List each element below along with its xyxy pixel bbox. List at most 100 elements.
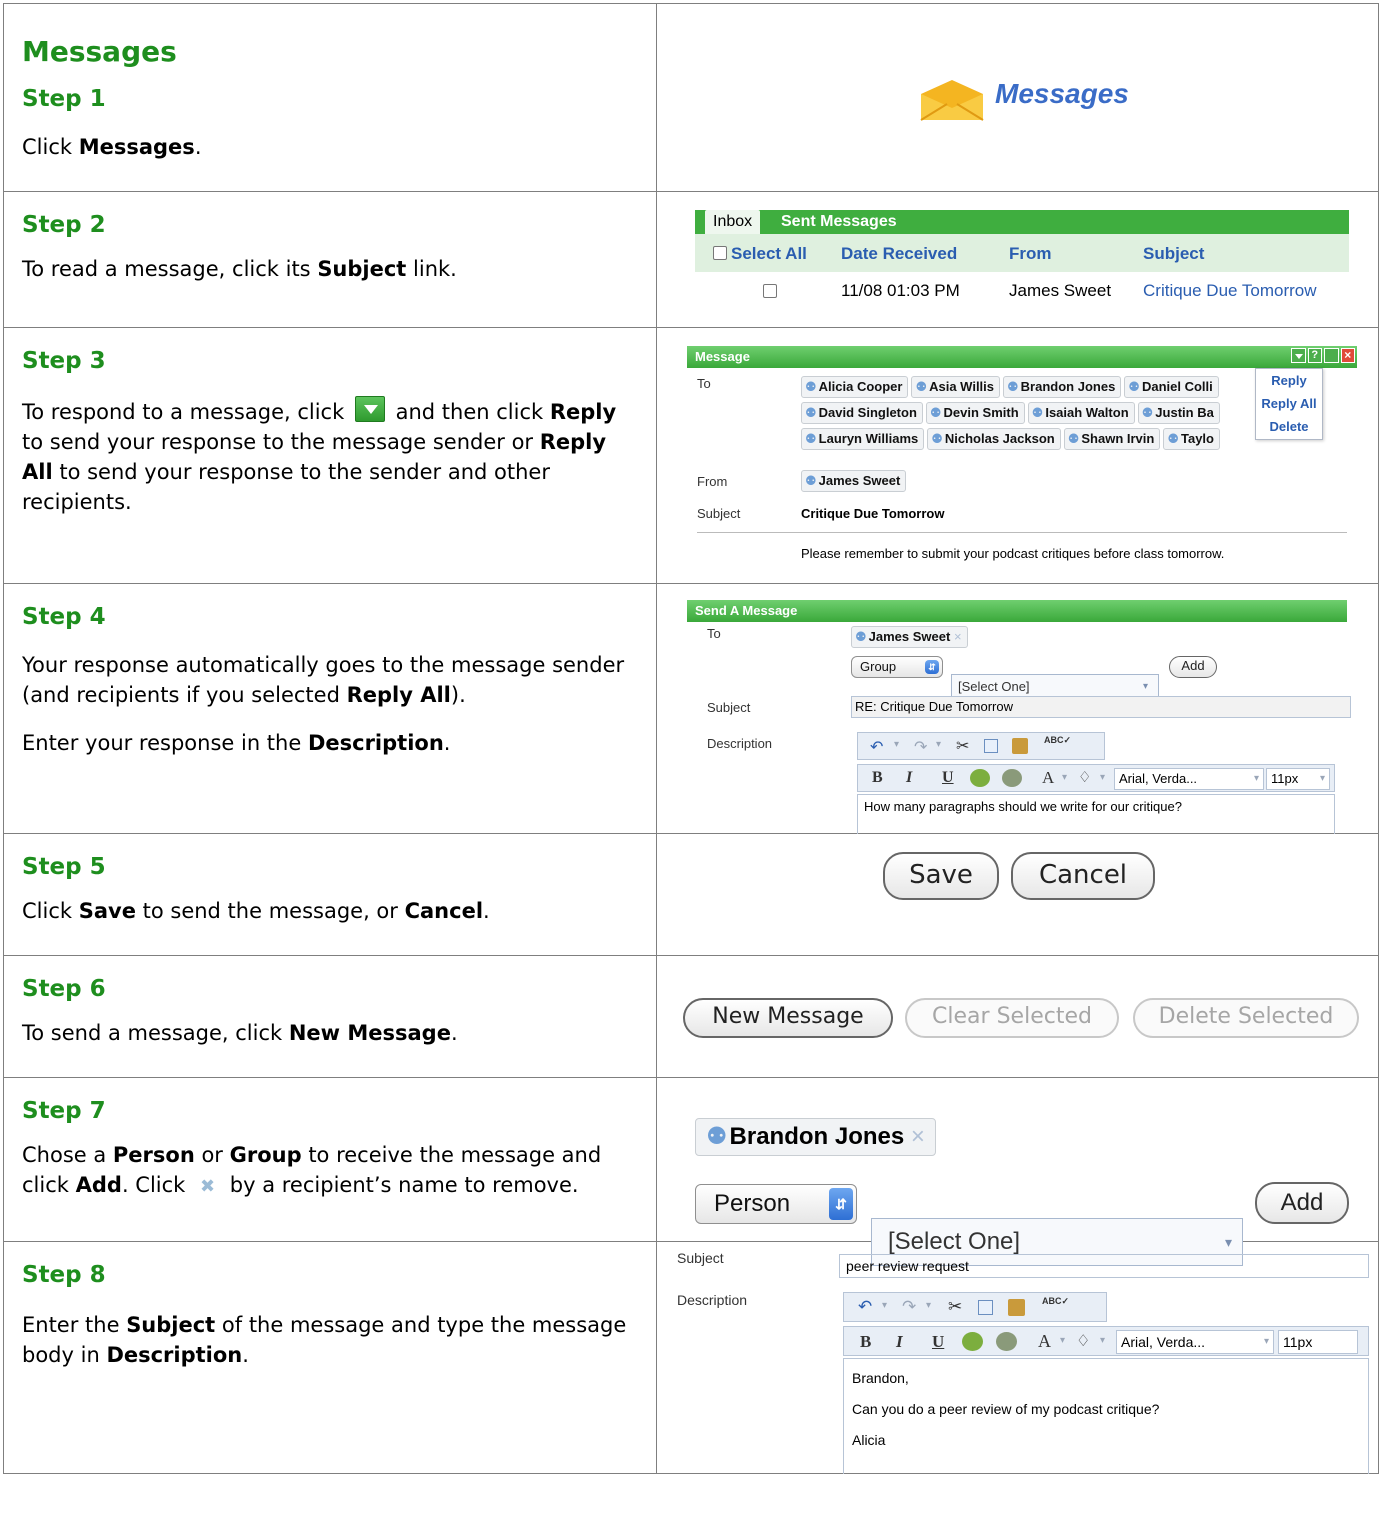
spellcheck-icon[interactable]: ABC✓ <box>1042 1296 1069 1307</box>
undo-menu-icon[interactable]: ▾ <box>894 739 899 750</box>
step-title: Step 8 <box>22 1262 106 1288</box>
link-icon[interactable] <box>962 1332 983 1351</box>
subject-input[interactable]: RE: Critique Due Tomorrow <box>851 696 1351 718</box>
highlight-menu-icon[interactable]: ▾ <box>1100 772 1105 783</box>
font-size-select[interactable]: 11px <box>1278 1330 1358 1354</box>
editor-toolbar-row2: B I U A ▾ ♢ ▾ Arial, Verda... ▾ 11px ▾ <box>857 764 1335 792</box>
type-select[interactable]: Person ⇵ <box>695 1184 857 1224</box>
cancel-button[interactable]: Cancel <box>1011 852 1155 900</box>
step-8-cell: Step 8 Enter the Subject of the message … <box>3 1241 657 1474</box>
cut-icon[interactable]: ✂ <box>956 736 969 756</box>
copy-icon[interactable] <box>978 1300 993 1315</box>
undo-icon[interactable]: ↶ <box>870 737 883 757</box>
font-color-icon[interactable]: A <box>1042 768 1054 788</box>
undo-icon[interactable]: ↶ <box>858 1297 872 1317</box>
select-arrows-icon: ⇵ <box>829 1188 853 1220</box>
unlink-icon[interactable] <box>1002 769 1022 787</box>
font-size-select[interactable]: 11px ▾ <box>1266 768 1330 790</box>
font-color-icon[interactable]: A <box>1038 1331 1051 1352</box>
messages-link[interactable]: Messages <box>995 78 1129 110</box>
description-editor[interactable]: Brandon, Can you do a peer review of my … <box>843 1358 1369 1474</box>
paste-icon[interactable] <box>1008 1299 1025 1316</box>
save-button[interactable]: Save <box>883 852 999 900</box>
header-date-received[interactable]: Date Received <box>841 244 957 264</box>
to-chip-wrap: ⚉ James Sweet × <box>851 626 971 652</box>
envelope-icon[interactable] <box>919 78 985 122</box>
font-color-menu-icon[interactable]: ▾ <box>1060 1335 1065 1346</box>
bold-icon[interactable]: B <box>872 769 883 787</box>
spellcheck-icon[interactable]: ABC✓ <box>1044 735 1071 746</box>
recipient-chips: ⚉ Alicia Cooper ⚉ Asia Willis ⚉ Brandon Jones… <box>801 376 1321 454</box>
row-date: 11/08 01:03 PM <box>841 281 960 300</box>
underline-icon[interactable]: U <box>932 1332 944 1352</box>
chevron-down-icon: ▾ <box>1319 773 1325 784</box>
menu-item-reply-all[interactable]: Reply All <box>1256 392 1322 415</box>
redo-icon[interactable]: ↷ <box>914 737 927 757</box>
tab-inbox[interactable]: Inbox <box>705 210 761 234</box>
message-body: Please remember to submit your podcast c… <box>801 546 1225 561</box>
person-icon: ⚉ <box>1141 405 1154 420</box>
highlight-menu-icon[interactable]: ▾ <box>1100 1335 1105 1346</box>
row-checkbox[interactable] <box>763 284 777 298</box>
person-icon: ⚉ <box>855 629 867 644</box>
menu-item-delete[interactable]: Delete <box>1256 415 1322 438</box>
message-action-menu: Reply Reply All Delete <box>1255 368 1323 440</box>
subject-label: Subject <box>697 506 741 521</box>
underline-icon[interactable]: U <box>942 769 954 787</box>
copy-icon[interactable] <box>984 739 998 753</box>
bold-icon[interactable]: B <box>860 1332 871 1352</box>
recipient-chip: ⚉ Daniel Colli <box>1124 376 1219 398</box>
delete-selected-button[interactable]: Delete Selected <box>1133 998 1359 1038</box>
menu-item-reply[interactable]: Reply <box>1256 369 1322 392</box>
highlight-icon[interactable]: ♢ <box>1078 768 1091 786</box>
close-icon[interactable]: × <box>1340 348 1355 363</box>
redo-icon[interactable]: ↷ <box>902 1297 916 1317</box>
subject-value: Critique Due Tomorrow <box>801 506 945 521</box>
remove-icon[interactable]: × <box>911 1123 925 1150</box>
unlink-icon[interactable] <box>996 1332 1017 1351</box>
redo-menu-icon[interactable]: ▾ <box>936 739 941 750</box>
redo-menu-icon[interactable]: ▾ <box>926 1300 931 1311</box>
tab-sent-messages[interactable]: Sent Messages <box>781 210 897 234</box>
maximize-icon[interactable] <box>1324 348 1339 363</box>
person-icon: ⚉ <box>805 431 817 446</box>
undo-menu-icon[interactable]: ▾ <box>882 1300 887 1311</box>
step-5-cell: Step 5 Click Save to send the message, o… <box>3 833 657 956</box>
header-from[interactable]: From <box>1009 244 1052 264</box>
step-text: Enter the Subject of the message and typ… <box>22 1313 627 1367</box>
recipient-chip: ⚉ Nicholas Jackson <box>927 428 1061 450</box>
type-select[interactable]: Group ⇵ <box>851 656 943 678</box>
help-icon[interactable]: ? <box>1307 348 1322 363</box>
recipient-chip: ⚉ Justin Ba <box>1137 402 1220 424</box>
italic-icon[interactable]: I <box>906 769 912 787</box>
highlight-icon[interactable]: ♢ <box>1076 1331 1090 1351</box>
recipient-chip: ⚉ Taylo <box>1163 428 1220 450</box>
step-text: To read a message, click its Subject lin… <box>22 257 457 281</box>
font-family-select[interactable]: Arial, Verda... ▾ <box>1114 768 1264 790</box>
chevron-down-icon: ▾ <box>1253 773 1259 784</box>
body-line: Alicia <box>852 1432 886 1448</box>
row-subject-link[interactable]: Critique Due Tomorrow <box>1143 281 1317 301</box>
step-title: Step 1 <box>22 86 106 112</box>
cut-icon[interactable]: ✂ <box>948 1297 962 1317</box>
subject-input[interactable]: peer review request <box>839 1254 1369 1278</box>
step-text: Enter your response in the Description. <box>22 731 451 755</box>
paste-icon[interactable] <box>1012 738 1028 754</box>
italic-icon[interactable]: I <box>896 1332 903 1352</box>
remove-icon[interactable]: × <box>954 629 962 644</box>
add-button[interactable]: Add <box>1255 1182 1349 1224</box>
add-button[interactable]: Add <box>1169 656 1217 678</box>
header-select-all[interactable]: Select All <box>731 244 807 264</box>
font-color-menu-icon[interactable]: ▾ <box>1062 772 1067 783</box>
description-editor[interactable]: How many paragraphs should we write for … <box>857 794 1335 834</box>
header-subject[interactable]: Subject <box>1143 244 1204 264</box>
select-all-checkbox[interactable] <box>713 246 727 260</box>
font-family-select[interactable]: Arial, Verda... ▾ <box>1116 1330 1274 1354</box>
person-icon: ⚉ <box>931 431 943 446</box>
menu-dropdown-icon[interactable] <box>1291 348 1306 363</box>
link-icon[interactable] <box>970 769 990 787</box>
send-message-title-bar: Send A Message <box>687 600 1347 622</box>
recipient-chip: ⚉ Asia Willis <box>911 376 1001 398</box>
clear-selected-button[interactable]: Clear Selected <box>905 998 1119 1038</box>
new-message-button[interactable]: New Message <box>683 998 893 1038</box>
